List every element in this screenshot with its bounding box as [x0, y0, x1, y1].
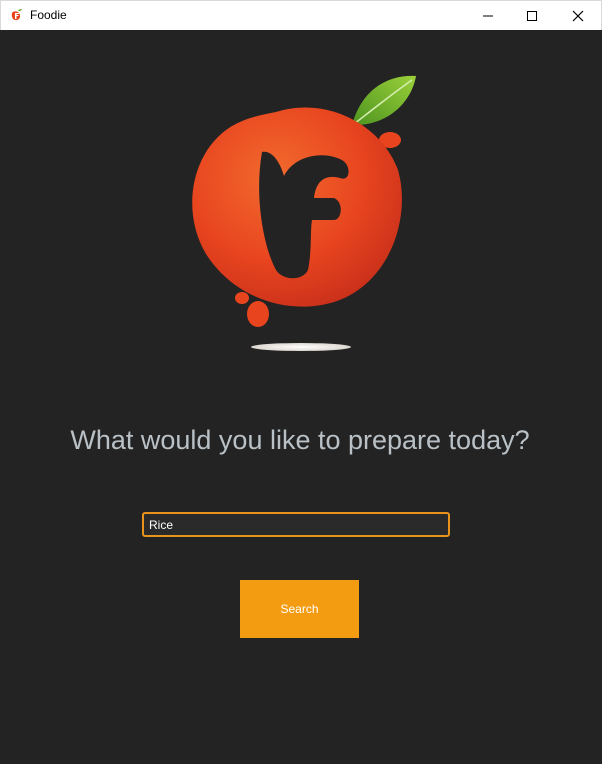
app-window: Foodie What would you like to prepare to…	[0, 0, 602, 764]
main-content: What would you like to prepare today? Se…	[0, 30, 602, 764]
foodie-logo	[192, 75, 416, 351]
search-button[interactable]: Search	[240, 580, 359, 638]
prompt-heading: What would you like to prepare today?	[70, 425, 530, 455]
minimize-button[interactable]	[465, 1, 511, 30]
search-input[interactable]	[142, 512, 450, 537]
title-bar: Foodie	[0, 0, 602, 30]
close-icon	[572, 10, 584, 21]
foodie-app-icon	[11, 9, 22, 21]
window-title: Foodie	[30, 8, 67, 22]
maximize-button[interactable]	[509, 1, 555, 30]
close-button[interactable]	[555, 1, 601, 30]
maximize-icon	[527, 10, 537, 21]
minimize-icon	[483, 15, 493, 16]
